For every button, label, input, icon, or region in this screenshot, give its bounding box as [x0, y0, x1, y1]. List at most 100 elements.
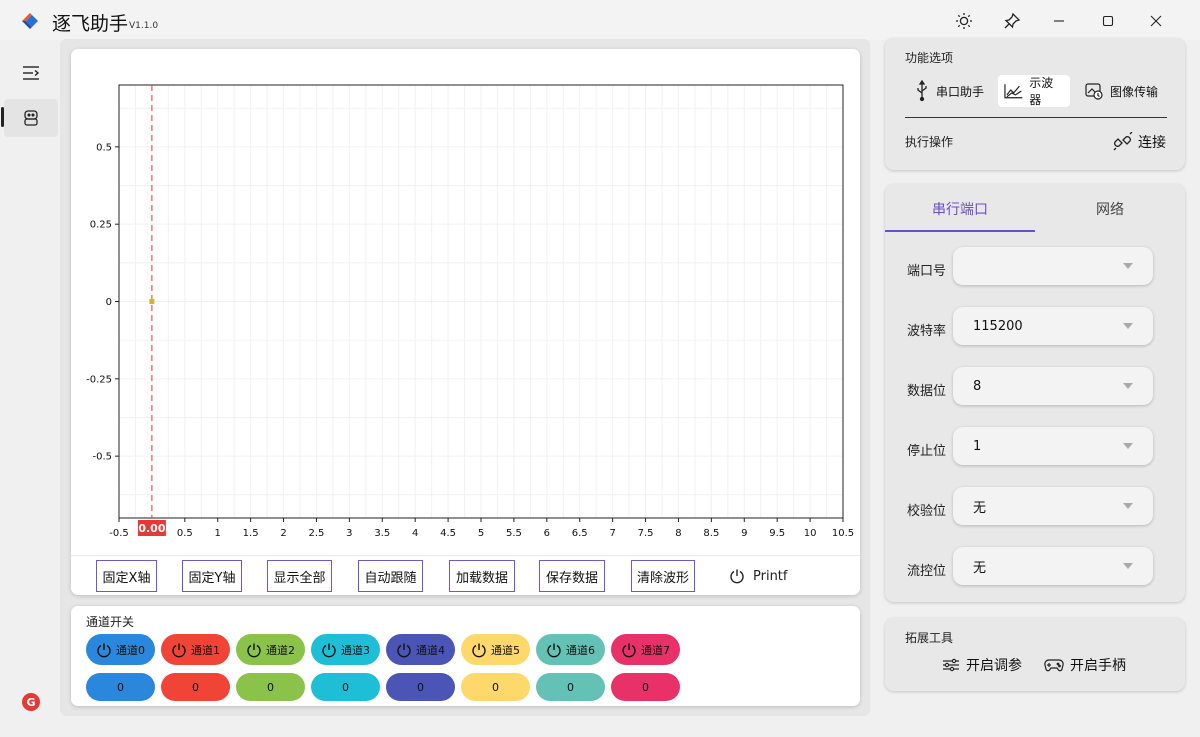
x-tick-label: 7.5 — [638, 528, 654, 539]
y-tick-label: 0.5 — [96, 142, 112, 153]
gamepad-label: 开启手柄 — [1070, 658, 1126, 674]
baud-select[interactable]: 115200 — [953, 307, 1153, 345]
port-select[interactable] — [953, 247, 1153, 285]
pin-button[interactable] — [998, 8, 1026, 34]
pin-icon — [1004, 12, 1021, 29]
menu-collapse-icon — [23, 66, 40, 80]
app-title: 逐飞助手 — [52, 13, 129, 35]
minimize-button[interactable] — [1045, 8, 1073, 34]
power-icon — [730, 569, 744, 584]
chevron-down-icon — [1123, 323, 1133, 329]
channel-label: 通道6 — [566, 643, 595, 657]
power-icon — [247, 643, 261, 657]
oscilloscope-button[interactable]: 示波器 — [998, 75, 1070, 107]
load-data-button[interactable]: 加载数据 — [449, 560, 515, 592]
channel-toggle-1[interactable]: 通道1 — [161, 634, 230, 665]
sliders-icon — [943, 658, 959, 672]
clear-waveform-button[interactable]: 清除波形 — [631, 560, 695, 592]
channel-toggle-6[interactable]: 通道6 — [536, 634, 605, 665]
y-tick-label: -0.25 — [86, 374, 112, 385]
stopbits-label: 停止位 — [907, 444, 947, 459]
databits-select[interactable]: 8 — [953, 367, 1153, 405]
printf-label: Printf — [753, 568, 788, 584]
power-icon — [622, 643, 636, 657]
x-tick-label: 8 — [675, 528, 681, 539]
fix-y-axis-button[interactable]: 固定Y轴 — [182, 560, 242, 592]
sun-icon — [956, 13, 972, 29]
title-bar: 逐飞助手 V1.1.0 — [0, 0, 1200, 40]
power-icon — [397, 643, 411, 657]
app-version: V1.1.0 — [129, 21, 159, 31]
serial-assistant-button[interactable]: 串口助手 — [908, 75, 990, 107]
channel-label: 通道5 — [491, 643, 520, 657]
tab-network[interactable]: 网络 — [1035, 185, 1185, 232]
x-tick-label: 5 — [478, 528, 484, 539]
connect-label: 连接 — [1138, 135, 1166, 151]
channel-label: 通道1 — [191, 643, 220, 657]
maximize-icon — [1102, 15, 1114, 27]
x-tick-label: 3.5 — [374, 528, 390, 539]
usb-icon — [917, 80, 927, 102]
power-icon — [97, 643, 111, 657]
channel-toggle-3[interactable]: 通道3 — [311, 634, 380, 665]
chevron-down-icon — [1123, 563, 1133, 569]
tab-serial-port[interactable]: 串行端口 — [885, 185, 1035, 232]
power-icon — [472, 643, 486, 657]
channel-toggle-4[interactable]: 通道4 — [386, 634, 455, 665]
channel-toggle-5[interactable]: 通道5 — [461, 634, 530, 665]
stopbits-select[interactable]: 1 — [953, 427, 1153, 465]
x-tick-label: 7 — [609, 528, 615, 539]
port-label: 端口号 — [907, 264, 947, 279]
robot-icon — [24, 110, 38, 126]
divider — [905, 117, 1167, 118]
divider — [71, 555, 860, 556]
stopbits-value: 1 — [973, 438, 982, 454]
x-tick-label: 2 — [280, 528, 286, 539]
close-icon — [1150, 15, 1162, 27]
channel-value-1: 0 — [161, 673, 230, 701]
menu-toggle-button[interactable] — [4, 54, 58, 92]
maximize-button[interactable] — [1094, 8, 1122, 34]
channel-label: 通道3 — [341, 643, 370, 657]
auto-follow-button[interactable]: 自动跟随 — [358, 560, 423, 592]
close-button[interactable] — [1142, 8, 1170, 34]
x-tick-label: 10 — [804, 528, 817, 539]
tab-serial-port-label: 串行端口 — [932, 201, 988, 218]
function-options-title: 功能选项 — [905, 51, 954, 65]
oscilloscope-label: 示波器 — [1029, 76, 1054, 107]
oscilloscope-chart[interactable]: -0.5 0.5 1 1.5 2 2.5 3 3.5 4 4.5 5 5.5 6 6.5 7 7.5 8 8.5 9… — [71, 49, 860, 555]
tuning-button[interactable]: 开启调参 — [942, 654, 1022, 676]
y-tick-label: 0 — [106, 297, 112, 308]
x-tick-label: 8.5 — [703, 528, 719, 539]
tab-active-indicator — [885, 230, 1035, 232]
flow-select[interactable]: 无 — [953, 547, 1153, 585]
tuning-label: 开启调参 — [966, 658, 1022, 674]
channel-value-0: 0 — [86, 673, 155, 701]
save-data-button[interactable]: 保存数据 — [539, 560, 605, 592]
sidebar-active-indicator — [1, 107, 4, 127]
x-tick-label: 9 — [741, 528, 747, 539]
flow-value: 无 — [973, 560, 987, 576]
fix-x-axis-button[interactable]: 固定X轴 — [96, 560, 157, 592]
theme-toggle-button[interactable] — [950, 8, 978, 34]
data-point — [149, 299, 155, 304]
parity-select[interactable]: 无 — [953, 487, 1153, 525]
serial-assistant-label: 串口助手 — [936, 84, 985, 99]
connect-button[interactable]: 连接 — [1106, 126, 1172, 158]
channel-value-2: 0 — [236, 673, 305, 701]
baud-value: 115200 — [973, 318, 1023, 334]
show-all-button[interactable]: 显示全部 — [267, 560, 332, 592]
gamepad-icon — [1044, 659, 1064, 672]
parity-value: 无 — [973, 500, 987, 516]
channel-toggle-7[interactable]: 通道7 — [611, 634, 680, 665]
chevron-down-icon — [1123, 383, 1133, 389]
printf-toggle[interactable]: Printf — [729, 565, 787, 587]
image-transfer-icon — [1085, 83, 1103, 100]
sidebar-item-device[interactable] — [4, 99, 58, 137]
x-tick-label: 4.5 — [440, 528, 456, 539]
x-tick-label: 2.5 — [309, 528, 325, 539]
gamepad-button[interactable]: 开启手柄 — [1044, 654, 1126, 676]
image-transfer-button[interactable]: 图像传输 — [1078, 75, 1164, 107]
channel-toggle-2[interactable]: 通道2 — [236, 634, 305, 665]
channel-toggle-0[interactable]: 通道0 — [86, 634, 155, 665]
